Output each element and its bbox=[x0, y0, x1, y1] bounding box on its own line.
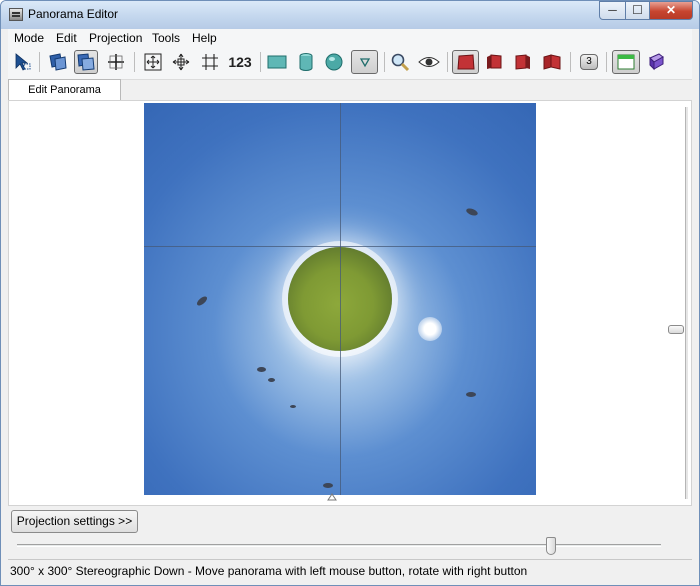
panorama-view[interactable] bbox=[144, 103, 536, 495]
select-pointer-icon[interactable] bbox=[11, 50, 35, 74]
maximize-button[interactable]: ☐ bbox=[625, 1, 650, 20]
horizon-marker-icon[interactable] bbox=[327, 493, 337, 501]
book-icon[interactable] bbox=[644, 50, 668, 74]
image-move-icon[interactable] bbox=[46, 50, 70, 74]
close-button[interactable]: ✕ bbox=[649, 1, 693, 20]
horizontal-slider-thumb[interactable] bbox=[546, 537, 556, 555]
bird bbox=[195, 294, 209, 308]
center-horizontal-icon[interactable] bbox=[198, 50, 222, 74]
red-plane-front-icon[interactable] bbox=[452, 50, 479, 74]
stereographic-down-icon[interactable] bbox=[351, 50, 378, 74]
horizontal-slider-track[interactable] bbox=[17, 544, 661, 547]
eye-icon[interactable] bbox=[417, 50, 441, 74]
bird bbox=[290, 405, 296, 408]
menu-tools[interactable]: Tools bbox=[152, 31, 180, 45]
bird bbox=[268, 378, 275, 382]
menu-mode[interactable]: Mode bbox=[14, 31, 44, 45]
panorama-editor-window: Panorama Editor ─ ☐ ✕ Mode Edit Projecti… bbox=[0, 0, 700, 586]
vertical-slider-track[interactable] bbox=[685, 107, 688, 499]
number-3-label: 3 bbox=[580, 54, 598, 70]
number-3-icon[interactable]: 3 bbox=[577, 50, 601, 74]
projection-settings-button[interactable]: Projection settings >> bbox=[11, 510, 138, 533]
tab-edit-panorama[interactable]: Edit Panorama bbox=[8, 79, 121, 101]
crosshair-horizontal-line bbox=[144, 246, 536, 247]
red-cube-right-icon[interactable] bbox=[511, 50, 535, 74]
bird bbox=[465, 207, 479, 217]
panorama-canvas-area bbox=[8, 100, 692, 506]
bird bbox=[257, 367, 266, 372]
menu-bar: Mode Edit Projection Tools Help bbox=[8, 29, 692, 47]
menu-projection[interactable]: Projection bbox=[89, 31, 142, 45]
toolbar: 123 3 bbox=[8, 47, 692, 80]
crosshair-vertical-line bbox=[340, 103, 341, 495]
minimize-button[interactable]: ─ bbox=[599, 1, 626, 20]
window-title: Panorama Editor bbox=[28, 7, 119, 21]
zoom-icon[interactable] bbox=[388, 50, 412, 74]
red-flag-icon[interactable] bbox=[540, 50, 564, 74]
vertical-slider-thumb[interactable] bbox=[668, 325, 684, 334]
menu-edit[interactable]: Edit bbox=[56, 31, 77, 45]
red-cube-left-icon[interactable] bbox=[482, 50, 506, 74]
sun-glare bbox=[418, 317, 442, 341]
panorama-app-icon bbox=[9, 8, 23, 21]
status-bar: 300° x 300° Stereographic Down - Move pa… bbox=[8, 559, 692, 581]
image-move-active-icon[interactable] bbox=[74, 50, 98, 74]
bird bbox=[323, 483, 333, 488]
bird bbox=[466, 392, 476, 397]
sphere-icon[interactable] bbox=[322, 50, 346, 74]
fit-all-icon[interactable] bbox=[141, 50, 165, 74]
rectilinear-icon[interactable] bbox=[265, 50, 289, 74]
window-layout-icon[interactable] bbox=[612, 50, 640, 74]
title-bar[interactable]: Panorama Editor ─ ☐ ✕ bbox=[1, 1, 699, 29]
center-vertical-icon[interactable] bbox=[169, 50, 193, 74]
menu-help[interactable]: Help bbox=[192, 31, 217, 45]
numbers-icon[interactable]: 123 bbox=[226, 50, 254, 74]
status-text: 300° x 300° Stereographic Down - Move pa… bbox=[10, 564, 528, 578]
crosshair-icon[interactable] bbox=[104, 50, 128, 74]
cylinder-icon[interactable] bbox=[294, 50, 318, 74]
